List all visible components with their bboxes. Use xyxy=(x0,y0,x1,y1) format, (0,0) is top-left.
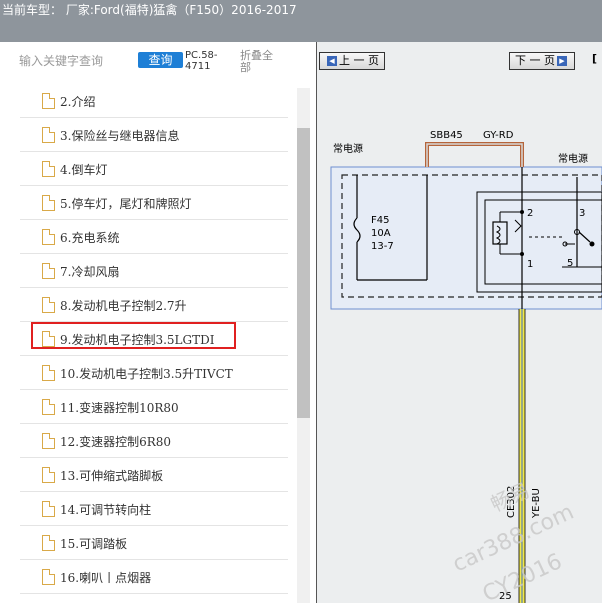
toc-item-label: 6.充电系统 xyxy=(60,231,120,245)
toc-item[interactable]: 4.倒车灯 xyxy=(20,152,288,186)
document-icon xyxy=(42,365,55,381)
arrow-left-icon: ◀ xyxy=(327,56,337,66)
document-icon xyxy=(42,263,55,279)
toc-item[interactable]: 11.变速器控制10R80 xyxy=(20,390,288,424)
page-indicator: [ xyxy=(592,52,598,65)
arrow-right-icon: ▶ xyxy=(557,56,567,66)
toc-item-label: 8.发动机电子控制2.7升 xyxy=(60,299,187,313)
toc-item-label: 14.可调节转向柱 xyxy=(60,503,152,517)
wire-color-top-label: GY-RD xyxy=(483,130,514,141)
toc-item[interactable]: 2.介绍 xyxy=(20,84,288,118)
pin-1-label: 1 xyxy=(527,259,533,270)
document-icon xyxy=(42,433,55,449)
wiring-diagram: 常电源 常电源 SBB45 GY-RD F45 10A 13-7 2 3 1 5… xyxy=(330,130,602,603)
document-icon xyxy=(42,467,55,483)
document-icon xyxy=(42,331,55,347)
toc-item-label: 2.介绍 xyxy=(60,95,96,109)
wire-gy-rd xyxy=(425,142,524,167)
pin-2-label: 2 xyxy=(527,208,533,219)
toc-item-label: 11.变速器控制10R80 xyxy=(60,401,179,415)
toc-list: 2.介绍 3.保险丝与继电器信息 4.倒车灯 5.停车灯，尾灯和牌照灯 6.充电系统 7.… xyxy=(20,84,288,594)
left-power-label: 常电源 xyxy=(333,142,363,155)
current-vehicle-text: 当前车型： 厂家:Ford(福特)猛禽（F150）2016-2017 xyxy=(2,3,297,17)
collapse-all-button[interactable]: 折叠全部 xyxy=(240,50,282,74)
diagram-viewer: ◀ 上 一 页 下 一 页 ▶ [常电源 常电源 SBB45 GY-RD F4… xyxy=(317,42,602,603)
toc-item-label: 9.发动机电子控制3.5LGTDI xyxy=(60,333,215,347)
next-page-label: 下 一 页 xyxy=(515,54,555,67)
toc-item-label: 15.可调踏板 xyxy=(60,537,128,551)
fuse-name-label: F45 xyxy=(371,215,389,226)
fuse-ref-label: 13-7 xyxy=(371,241,394,252)
prev-page-label: 上 一 页 xyxy=(339,54,379,67)
document-icon xyxy=(42,161,55,177)
toc-item[interactable]: 15.可调踏板 xyxy=(20,526,288,560)
toc-panel: 查询 PC.58-4711 折叠全部 2.介绍 3.保险丝与继电器信息 4.倒车灯 5… xyxy=(0,42,316,603)
toc-scrollbar[interactable] xyxy=(297,88,310,603)
document-icon xyxy=(42,501,55,517)
next-page-button[interactable]: 下 一 页 ▶ xyxy=(509,52,575,70)
toc-item[interactable]: 14.可调节转向柱 xyxy=(20,492,288,526)
toc-item[interactable]: 3.保险丝与继电器信息 xyxy=(20,118,288,152)
right-power-label: 常电源 xyxy=(558,152,588,165)
toc-item-label: 4.倒车灯 xyxy=(60,163,108,177)
search-input[interactable] xyxy=(19,52,131,70)
toc-item-label: 12.变速器控制6R80 xyxy=(60,435,172,449)
document-icon xyxy=(42,399,55,415)
toc-item[interactable]: 6.充电系统 xyxy=(20,220,288,254)
toc-item-label: 16.喇叭丨点烟器 xyxy=(60,571,152,585)
toc-item[interactable]: 7.冷却风扇 xyxy=(20,254,288,288)
fuse-box-label: SBB45 xyxy=(430,130,463,141)
title-bar: 当前车型： 厂家:Ford(福特)猛禽（F150）2016-2017 xyxy=(0,0,602,42)
prev-page-button[interactable]: ◀ 上 一 页 xyxy=(319,52,385,70)
toc-toolbar: 查询 PC.58-4711 折叠全部 xyxy=(0,42,316,82)
toc-item-label: 3.保险丝与继电器信息 xyxy=(60,129,180,143)
pin-5-label: 5 xyxy=(567,258,573,269)
toc-item-label: 10.发动机电子控制3.5升TIVCT xyxy=(60,367,233,381)
toc-item-label: 5.停车灯，尾灯和牌照灯 xyxy=(60,197,192,211)
toc-item[interactable]: 16.喇叭丨点烟器 xyxy=(20,560,288,594)
document-icon xyxy=(42,127,55,143)
document-icon xyxy=(42,229,55,245)
fuse-rating-label: 10A xyxy=(371,228,391,239)
document-icon xyxy=(42,297,55,313)
pin-3-label: 3 xyxy=(579,208,585,219)
document-icon xyxy=(42,535,55,551)
toc-item[interactable]: 12.变速器控制6R80 xyxy=(20,424,288,458)
toc-item[interactable]: 8.发动机电子控制2.7升 xyxy=(20,288,288,322)
toc-item[interactable]: 9.发动机电子控制3.5LGTDI xyxy=(20,322,288,356)
toc-item[interactable]: 5.停车灯，尾灯和牌照灯 xyxy=(20,186,288,220)
document-code: PC.58-4711 xyxy=(185,50,218,72)
toc-item[interactable]: 13.可伸缩式踏脚板 xyxy=(20,458,288,492)
scrollbar-thumb[interactable] xyxy=(297,128,310,418)
document-icon xyxy=(42,93,55,109)
toc-item-label: 13.可伸缩式踏脚板 xyxy=(60,469,164,483)
document-icon xyxy=(42,195,55,211)
toc-item[interactable]: 10.发动机电子控制3.5升TIVCT xyxy=(20,356,288,390)
document-icon xyxy=(42,569,55,585)
search-button[interactable]: 查询 xyxy=(138,52,183,68)
toc-item-label: 7.冷却风扇 xyxy=(60,265,120,279)
